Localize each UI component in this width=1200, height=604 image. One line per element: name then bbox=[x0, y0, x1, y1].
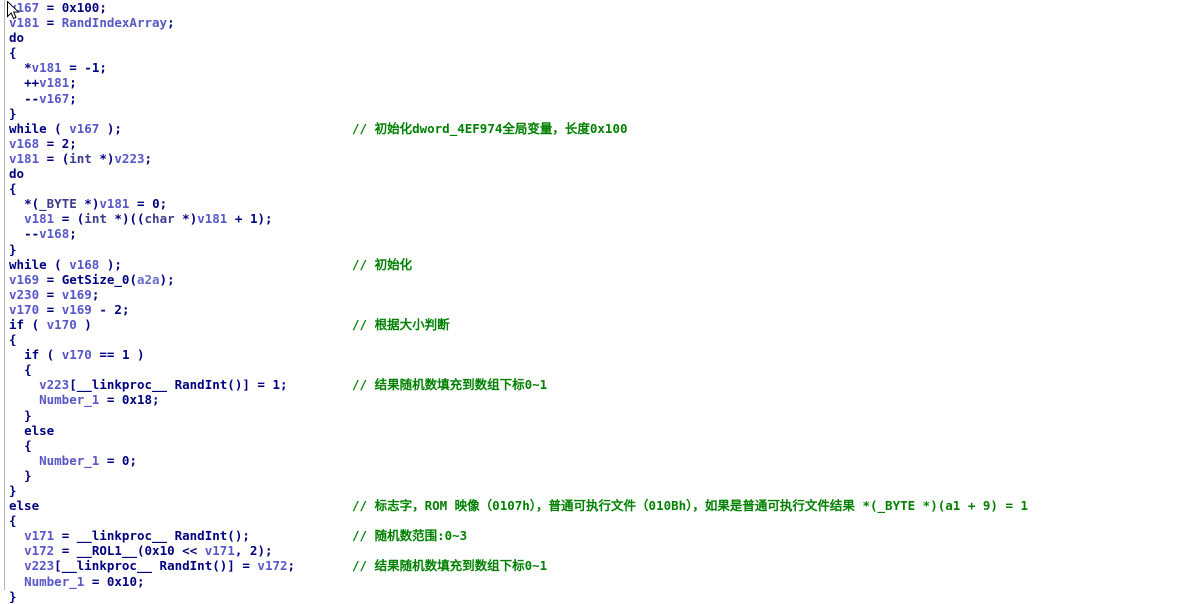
code-line-text[interactable]: v170 = v169 - 2; bbox=[9, 302, 129, 317]
code-line-text[interactable]: if ( v170 ) bbox=[9, 317, 92, 332]
code-line-text[interactable]: { bbox=[9, 332, 17, 347]
code-line-comment[interactable]: // 根据大小判断 bbox=[352, 317, 450, 332]
code-line[interactable]: } bbox=[0, 242, 1200, 257]
code-line-comment[interactable]: // 初始化 bbox=[352, 257, 412, 272]
code-line[interactable]: } bbox=[0, 483, 1200, 498]
code-line[interactable]: ++v181; bbox=[0, 75, 1200, 90]
code-line[interactable]: v181 = RandIndexArray; bbox=[0, 15, 1200, 30]
code-line[interactable]: *(_BYTE *)v181 = 0; bbox=[0, 196, 1200, 211]
code-line-comment[interactable]: // 标志字，ROM 映像（0107h），普通可执行文件（010Bh），如果是普… bbox=[352, 498, 1028, 513]
code-line[interactable]: Number_1 = 0; bbox=[0, 453, 1200, 468]
code-line[interactable]: } bbox=[0, 468, 1200, 483]
code-line-text[interactable]: { bbox=[9, 362, 32, 377]
code-line-text[interactable]: { bbox=[9, 181, 17, 196]
code-line[interactable]: if ( v170 ) // 根据大小判断 bbox=[0, 317, 1200, 332]
code-line-text[interactable]: do bbox=[9, 30, 24, 45]
code-line-text[interactable]: *(_BYTE *)v181 = 0; bbox=[9, 196, 167, 211]
code-line[interactable]: while ( v167 ); // 初始化dword_4EF974全局变量，长度… bbox=[0, 121, 1200, 136]
code-line[interactable]: v223[__linkproc__ RandInt()] = 1; // 结果随机… bbox=[0, 377, 1200, 392]
code-line-text[interactable]: v167 = 0x100; bbox=[9, 0, 107, 15]
code-line[interactable]: while ( v168 ); // 初始化 bbox=[0, 257, 1200, 272]
code-line-comment[interactable]: // 结果随机数填充到数组下标0~1 bbox=[352, 377, 547, 392]
code-line[interactable]: } bbox=[0, 589, 1200, 604]
code-line[interactable]: Number_1 = 0x18; bbox=[0, 392, 1200, 407]
code-line[interactable]: *v181 = -1; bbox=[0, 60, 1200, 75]
code-line[interactable]: v169 = GetSize_0(a2a); bbox=[0, 272, 1200, 287]
code-line[interactable]: --v168; bbox=[0, 226, 1200, 241]
code-line[interactable]: Number_1 = 0x10; bbox=[0, 574, 1200, 589]
code-line[interactable]: do bbox=[0, 166, 1200, 181]
pseudocode-view[interactable]: v167 = 0x100; v181 = RandIndexArray; do{ *… bbox=[0, 0, 1200, 604]
code-line-text[interactable]: } bbox=[9, 408, 32, 423]
code-line-text[interactable]: do bbox=[9, 166, 24, 181]
code-line-text[interactable]: } bbox=[9, 589, 17, 604]
code-line[interactable]: { bbox=[0, 45, 1200, 60]
code-line[interactable]: { bbox=[0, 181, 1200, 196]
code-line[interactable]: v181 = (int *)v223; bbox=[0, 151, 1200, 166]
code-line-text[interactable]: v181 = (int *)((char *)v181 + 1); bbox=[9, 211, 272, 226]
code-line-text[interactable]: { bbox=[9, 438, 32, 453]
code-line-text[interactable]: Number_1 = 0x10; bbox=[9, 574, 144, 589]
code-line-text[interactable]: } bbox=[9, 242, 17, 257]
code-line-text[interactable]: { bbox=[9, 45, 17, 60]
code-line-text[interactable]: Number_1 = 0; bbox=[9, 453, 137, 468]
code-line[interactable]: v172 = __ROL1__(0x10 << v171, 2); bbox=[0, 543, 1200, 558]
code-line-comment[interactable]: // 结果随机数填充到数组下标0~1 bbox=[352, 558, 547, 573]
code-line[interactable]: do bbox=[0, 30, 1200, 45]
code-line-text[interactable]: v172 = __ROL1__(0x10 << v171, 2); bbox=[9, 543, 272, 558]
code-line-text[interactable]: } bbox=[9, 106, 17, 121]
code-line[interactable]: if ( v170 == 1 ) bbox=[0, 347, 1200, 362]
code-line-list[interactable]: v167 = 0x100; v181 = RandIndexArray; do{ *… bbox=[0, 0, 1200, 604]
code-line-text[interactable]: v169 = GetSize_0(a2a); bbox=[9, 272, 175, 287]
code-line[interactable]: v181 = (int *)((char *)v181 + 1); bbox=[0, 211, 1200, 226]
code-line[interactable]: v230 = v169; bbox=[0, 287, 1200, 302]
code-line-comment[interactable]: // 初始化dword_4EF974全局变量，长度0x100 bbox=[352, 121, 628, 136]
code-line-text[interactable]: *v181 = -1; bbox=[9, 60, 107, 75]
code-line[interactable]: v167 = 0x100; bbox=[0, 0, 1200, 15]
code-line[interactable]: v171 = __linkproc__ RandInt(); // 随机数范围:0… bbox=[0, 528, 1200, 543]
code-line-text[interactable]: --v167; bbox=[9, 91, 77, 106]
code-line-text[interactable]: { bbox=[9, 513, 17, 528]
code-line[interactable]: } bbox=[0, 408, 1200, 423]
code-line[interactable]: { bbox=[0, 513, 1200, 528]
code-line-text[interactable]: if ( v170 == 1 ) bbox=[9, 347, 144, 362]
code-line-text[interactable]: ++v181; bbox=[9, 75, 77, 90]
code-line[interactable]: --v167; bbox=[0, 91, 1200, 106]
code-line-text[interactable]: else bbox=[9, 423, 54, 438]
code-line-text[interactable]: v181 = (int *)v223; bbox=[9, 151, 152, 166]
code-line[interactable]: } bbox=[0, 106, 1200, 121]
code-line-text[interactable]: Number_1 = 0x18; bbox=[9, 392, 159, 407]
code-line-text[interactable]: while ( v168 ); bbox=[9, 257, 122, 272]
code-line[interactable]: { bbox=[0, 438, 1200, 453]
code-line-comment[interactable]: // 随机数范围:0~3 bbox=[352, 528, 467, 543]
code-line[interactable]: v168 = 2; bbox=[0, 136, 1200, 151]
code-line-text[interactable]: v168 = 2; bbox=[9, 136, 77, 151]
code-line-text[interactable]: v171 = __linkproc__ RandInt(); bbox=[9, 528, 250, 543]
code-line-text[interactable]: v230 = v169; bbox=[9, 287, 99, 302]
code-line-text[interactable]: while ( v167 ); bbox=[9, 121, 122, 136]
code-line[interactable]: v170 = v169 - 2; bbox=[0, 302, 1200, 317]
code-line-text[interactable]: --v168; bbox=[9, 226, 77, 241]
code-line[interactable]: else bbox=[0, 423, 1200, 438]
code-line-text[interactable]: else bbox=[9, 498, 39, 513]
code-line[interactable]: v223[__linkproc__ RandInt()] = v172; // 结… bbox=[0, 558, 1200, 573]
code-line[interactable]: { bbox=[0, 362, 1200, 377]
code-line-text[interactable]: v223[__linkproc__ RandInt()] = 1; bbox=[9, 377, 287, 392]
code-line-text[interactable]: v181 = RandIndexArray; bbox=[9, 15, 175, 30]
code-line[interactable]: { bbox=[0, 332, 1200, 347]
code-line-text[interactable]: } bbox=[9, 468, 32, 483]
code-line-text[interactable]: v223[__linkproc__ RandInt()] = v172; bbox=[9, 558, 295, 573]
code-line-text[interactable]: } bbox=[9, 483, 17, 498]
code-line[interactable]: else // 标志字，ROM 映像（0107h），普通可执行文件（010Bh），… bbox=[0, 498, 1200, 513]
